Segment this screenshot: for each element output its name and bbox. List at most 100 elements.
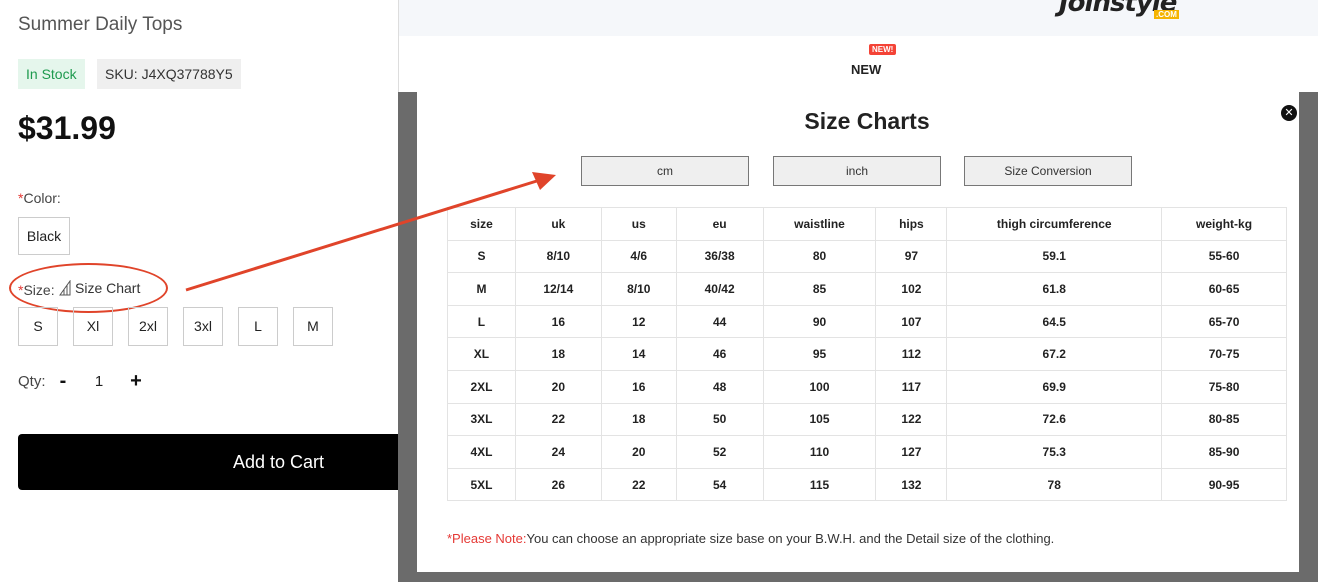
- table-cell: 4/6: [600, 239, 677, 274]
- size-option-2xl[interactable]: 2xl: [128, 307, 168, 346]
- table-row: 3XL 22 18 50 105 122 72.6 80-85: [447, 402, 1287, 437]
- qty-increment-button[interactable]: +: [126, 368, 146, 394]
- table-cell: 64.5: [946, 304, 1163, 339]
- annotation-ellipse: [9, 263, 168, 313]
- color-label: *Color:: [18, 190, 61, 206]
- table-row: 4XL 24 20 52 110 127 75.3 85-90: [447, 435, 1287, 469]
- table-cell: 132: [875, 467, 948, 502]
- modal-title: Size Charts: [804, 108, 930, 134]
- table-cell: 48: [675, 369, 764, 404]
- sku-badge: SKU: J4XQ37788Y5: [97, 59, 241, 89]
- unit-cm-button[interactable]: cm: [581, 156, 749, 186]
- size-conversion-button[interactable]: Size Conversion: [964, 156, 1132, 186]
- table-cell: 100: [762, 369, 877, 404]
- table-cell: 70-75: [1161, 337, 1287, 371]
- size-option-xl[interactable]: Xl: [73, 307, 113, 346]
- size-option-3xl[interactable]: 3xl: [183, 307, 223, 346]
- table-cell: 90: [762, 304, 877, 339]
- note-text: You can choose an appropriate size base …: [526, 531, 1055, 546]
- table-cell: 20: [514, 369, 602, 404]
- table-cell: 12: [600, 304, 677, 339]
- table-cell: 60-65: [1161, 272, 1287, 306]
- size-cell: XL: [447, 337, 516, 371]
- table-cell: 117: [875, 369, 948, 404]
- table-cell: 59.1: [946, 239, 1163, 274]
- table-row: M 12/14 8/10 40/42 85 102 61.8 60-65: [447, 272, 1287, 306]
- table-cell: 69.9: [946, 369, 1163, 404]
- table-cell: 90-95: [1161, 467, 1287, 502]
- size-option-s[interactable]: S: [18, 307, 58, 346]
- product-title: Summer Daily Tops: [18, 14, 183, 35]
- size-cell: 2XL: [447, 369, 516, 404]
- table-cell: 67.2: [946, 337, 1163, 371]
- column-header: us: [600, 207, 677, 241]
- site-logo-suffix: .COM: [1154, 10, 1179, 19]
- table-cell: 95: [762, 337, 877, 371]
- qty-decrement-button[interactable]: -: [55, 368, 71, 394]
- site-header: Joinstyle .COM: [398, 0, 1318, 36]
- site-nav: NEW! NEW: [398, 36, 1318, 92]
- modal-backdrop[interactable]: Joinstyle .COM NEW! NEW Size Charts ✕ cm…: [398, 0, 1318, 582]
- qty-label: Qty:: [18, 373, 46, 390]
- table-cell: 105: [762, 402, 877, 437]
- table-cell: 26: [514, 467, 602, 502]
- size-cell: 3XL: [447, 402, 516, 437]
- table-cell: 18: [514, 337, 602, 371]
- add-to-cart-button[interactable]: Add to Cart: [18, 434, 400, 490]
- color-label-text: Color:: [23, 190, 61, 206]
- table-cell: 80: [762, 239, 877, 274]
- column-header: size: [447, 207, 516, 241]
- table-row: XL 18 14 46 95 112 67.2 70-75: [447, 337, 1287, 371]
- size-options: S Xl 2xl 3xl L M: [18, 307, 333, 346]
- table-cell: 78: [946, 467, 1163, 502]
- table-cell: 107: [875, 304, 948, 339]
- size-cell: 4XL: [447, 435, 516, 469]
- unit-inch-button[interactable]: inch: [773, 156, 941, 186]
- table-cell: 8/10: [514, 239, 602, 274]
- table-cell: 16: [514, 304, 602, 339]
- table-cell: 36/38: [675, 239, 764, 274]
- table-cell: 55-60: [1161, 239, 1287, 274]
- size-chart-modal: Size Charts ✕ cm inch Size Conversion si…: [417, 92, 1299, 572]
- table-row: 5XL 26 22 54 115 132 78 90-95: [447, 467, 1287, 502]
- table-cell: 75-80: [1161, 369, 1287, 404]
- table-cell: 65-70: [1161, 304, 1287, 339]
- table-cell: 52: [675, 435, 764, 469]
- table-row: L 16 12 44 90 107 64.5 65-70: [447, 304, 1287, 339]
- size-cell: L: [447, 304, 516, 339]
- column-header: eu: [675, 207, 764, 241]
- close-icon[interactable]: ✕: [1281, 105, 1297, 121]
- table-cell: 54: [675, 467, 764, 502]
- size-option-l[interactable]: L: [238, 307, 278, 346]
- color-option-black[interactable]: Black: [18, 217, 70, 255]
- column-header: hips: [875, 207, 948, 241]
- table-cell: 22: [600, 467, 677, 502]
- size-option-m[interactable]: M: [293, 307, 333, 346]
- table-row: S 8/10 4/6 36/38 80 97 59.1 55-60: [447, 239, 1287, 274]
- qty-value[interactable]: 1: [90, 373, 108, 390]
- table-cell: 18: [600, 402, 677, 437]
- product-price: $31.99: [18, 110, 116, 146]
- table-cell: 112: [875, 337, 948, 371]
- table-cell: 127: [875, 435, 948, 469]
- table-row: 2XL 20 16 48 100 117 69.9 75-80: [447, 369, 1287, 404]
- table-cell: 44: [675, 304, 764, 339]
- table-cell: 20: [600, 435, 677, 469]
- table-cell: 46: [675, 337, 764, 371]
- column-header: thigh circumference: [946, 207, 1163, 241]
- stock-badge: In Stock: [18, 59, 85, 89]
- table-cell: 97: [875, 239, 948, 274]
- size-table: size uk us eu waistline hips thigh circu…: [447, 207, 1287, 502]
- table-header-row: size uk us eu waistline hips thigh circu…: [447, 207, 1287, 241]
- table-cell: 102: [875, 272, 948, 306]
- nav-item-new[interactable]: NEW: [851, 62, 881, 77]
- table-cell: 122: [875, 402, 948, 437]
- product-panel: Summer Daily Tops In Stock SKU: J4XQ3778…: [0, 0, 400, 582]
- table-cell: 24: [514, 435, 602, 469]
- table-cell: 110: [762, 435, 877, 469]
- table-cell: 85-90: [1161, 435, 1287, 469]
- table-cell: 72.6: [946, 402, 1163, 437]
- table-cell: 12/14: [514, 272, 602, 306]
- column-header: waistline: [762, 207, 877, 241]
- size-cell: M: [447, 272, 516, 306]
